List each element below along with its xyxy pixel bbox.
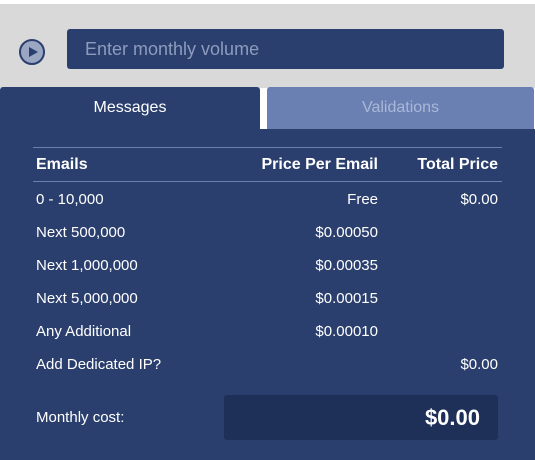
pricing-panel: Emails Price Per Email Total Price 0 - 1…	[0, 129, 535, 460]
tier-label: 0 - 10,000	[36, 191, 104, 208]
dedicated-ip-row[interactable]: Add Dedicated IP? $0.00	[0, 356, 535, 376]
tier-label: Next 500,000	[36, 224, 126, 241]
play-icon[interactable]	[19, 39, 45, 65]
table-row: Next 5,000,000 $0.00015	[0, 290, 535, 310]
monthly-cost-display: $0.00	[224, 395, 498, 440]
column-header-total-price: Total Price	[417, 156, 498, 173]
tier-label: Next 5,000,000	[36, 290, 138, 307]
tier-label: Next 1,000,000	[36, 257, 138, 274]
tier-price: $0.00050	[315, 224, 378, 241]
column-header-price-per-email: Price Per Email	[261, 156, 378, 173]
tab-validations[interactable]: Validations	[267, 87, 534, 129]
table-row: Any Additional $0.00010	[0, 323, 535, 343]
tab-messages-label: Messages	[93, 99, 167, 116]
header-top-divider	[33, 147, 502, 148]
tier-price: $0.00035	[315, 257, 378, 274]
column-header-emails: Emails	[36, 156, 88, 173]
tab-validations-label: Validations	[361, 99, 440, 116]
monthly-cost-value: $0.00	[424, 404, 480, 430]
tier-price: $0.00015	[315, 290, 378, 307]
play-triangle-icon	[29, 47, 38, 57]
tier-label: Any Additional	[36, 323, 132, 340]
header-bottom-divider	[33, 181, 502, 182]
dedicated-ip-label[interactable]: Add Dedicated IP?	[36, 356, 161, 373]
monthly-volume-input[interactable]	[67, 29, 504, 69]
tier-price: Free	[347, 191, 378, 208]
table-row: Next 1,000,000 $0.00035	[0, 257, 535, 277]
monthly-cost-label: Monthly cost:	[36, 409, 125, 426]
table-row: 0 - 10,000 Free $0.00	[0, 191, 535, 211]
table-row: Next 500,000 $0.00050	[0, 224, 535, 244]
tier-total: $0.00	[460, 191, 498, 208]
dedicated-ip-total: $0.00	[460, 356, 498, 373]
tab-messages[interactable]: Messages	[0, 87, 260, 129]
tier-price: $0.00010	[315, 323, 378, 340]
volume-bar	[0, 4, 535, 88]
